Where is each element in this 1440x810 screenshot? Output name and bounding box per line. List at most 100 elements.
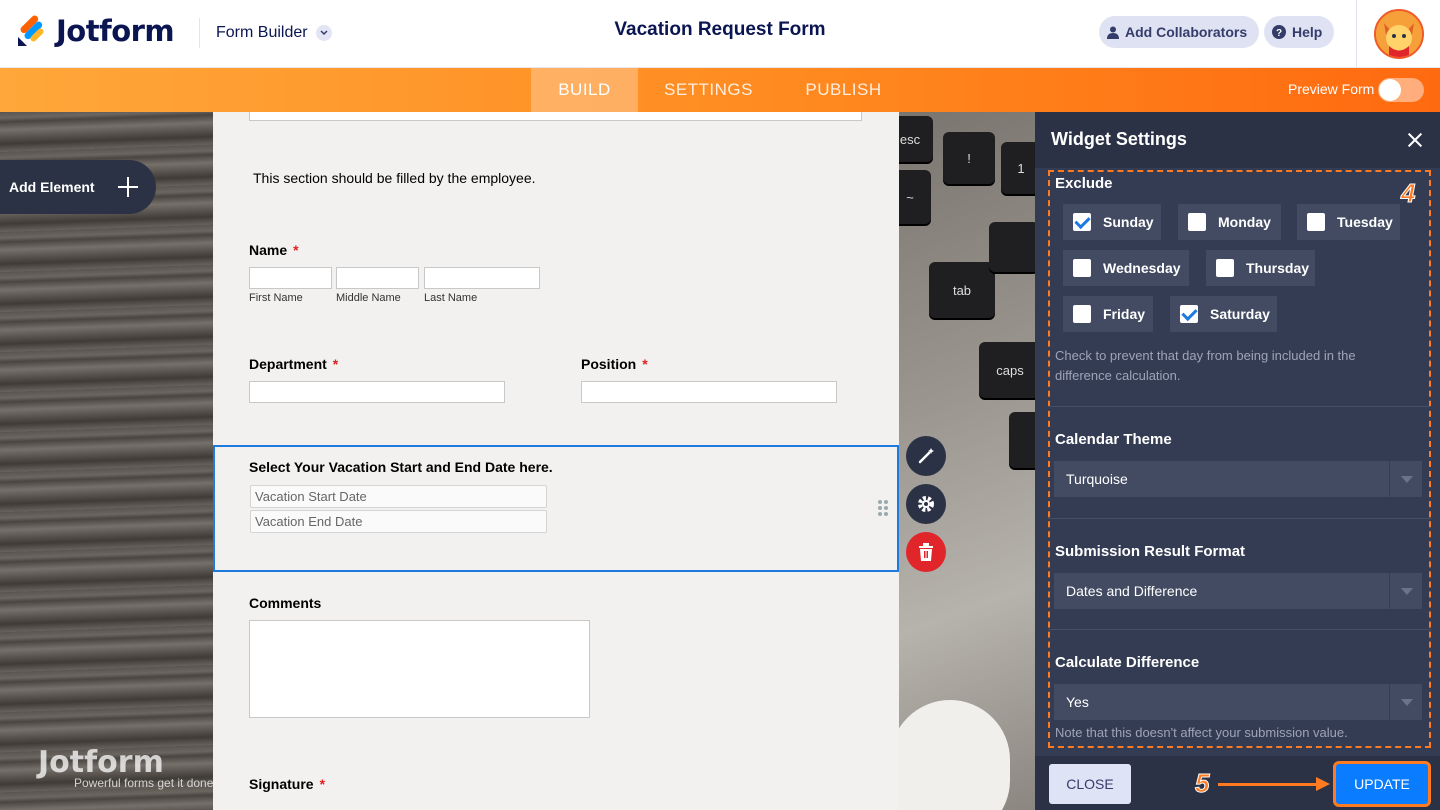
saturday-label: Saturday: [1210, 306, 1270, 322]
dates-label: Select Your Vacation Start and End Date …: [249, 459, 553, 475]
jotform-logo[interactable]: Jotform: [16, 14, 175, 48]
watermark-brand: Jotform: [38, 745, 164, 780]
checkbox-saturday[interactable]: [1180, 305, 1198, 323]
gear-icon: [918, 496, 934, 512]
dropdown-arrow-icon: [1389, 684, 1422, 720]
position-label: Position *: [581, 356, 648, 372]
checkbox-thursday[interactable]: [1216, 259, 1234, 277]
submission-format-label: Submission Result Format: [1055, 543, 1246, 560]
coffee-cup: [890, 700, 1010, 810]
add-collaborators-label: Add Collaborators: [1125, 24, 1248, 40]
calendar-theme-select[interactable]: Turquoise: [1054, 461, 1422, 497]
drag-handle-icon[interactable]: [878, 500, 890, 518]
middle-name-input[interactable]: [336, 267, 419, 289]
exclude-label: Exclude: [1055, 175, 1113, 192]
add-collaborators-button[interactable]: Add Collaborators: [1099, 16, 1260, 48]
checkbox-tuesday[interactable]: [1307, 213, 1325, 231]
question-icon: ?: [1272, 25, 1286, 39]
calculate-difference-label: Calculate Difference: [1055, 654, 1200, 671]
first-name-input[interactable]: [249, 267, 332, 289]
dropdown-arrow-icon: [1389, 573, 1422, 609]
field-settings-button[interactable]: [906, 484, 946, 524]
tab-build[interactable]: BUILD: [531, 68, 638, 112]
preview-form-label: Preview Form: [1288, 81, 1375, 97]
trash-icon: [919, 543, 933, 561]
calculate-difference-value: Yes: [1066, 694, 1089, 710]
intro-text: This section should be filled by the emp…: [253, 170, 536, 186]
middle-name-sublabel: Middle Name: [336, 292, 401, 304]
calendar-theme-label: Calendar Theme: [1055, 431, 1172, 448]
update-button[interactable]: UPDATE: [1336, 764, 1428, 804]
pointer-arrowhead: [1316, 777, 1330, 791]
key-tab: tab: [929, 262, 995, 318]
checkbox-friday[interactable]: [1073, 305, 1091, 323]
delete-field-button[interactable]: [906, 532, 946, 572]
toggle-knob: [1379, 79, 1401, 101]
checkbox-wednesday[interactable]: [1073, 259, 1091, 277]
account-menu[interactable]: [1356, 0, 1440, 68]
checkbox-sunday[interactable]: [1073, 213, 1091, 231]
svg-text:?: ?: [1276, 28, 1282, 39]
first-name-sublabel: First Name: [249, 292, 303, 304]
magic-wand-button[interactable]: [906, 436, 946, 476]
preview-form-toggle[interactable]: [1378, 78, 1424, 102]
vacation-start-input[interactable]: Vacation Start Date: [250, 485, 547, 508]
key-arrow: [989, 222, 1035, 272]
last-name-input[interactable]: [424, 267, 540, 289]
position-input[interactable]: [581, 381, 837, 403]
jotform-logo-icon: [16, 15, 46, 47]
friday-label: Friday: [1103, 306, 1146, 322]
key-esc: esc: [899, 116, 933, 162]
calculate-difference-select[interactable]: Yes: [1054, 684, 1422, 720]
form-builder-dropdown[interactable]: Form Builder: [199, 18, 332, 48]
key-one: 1: [1001, 142, 1035, 194]
key-extra: [1009, 412, 1035, 468]
comments-label: Comments: [249, 595, 322, 611]
close-icon[interactable]: [1405, 130, 1425, 150]
top-header: Jotform Form Builder Vacation Request Fo…: [0, 0, 1440, 68]
exclude-thursday[interactable]: Thursday: [1206, 250, 1315, 286]
key-tilde: ~: [899, 170, 931, 224]
close-button[interactable]: CLOSE: [1049, 764, 1131, 804]
tab-settings[interactable]: SETTINGS: [640, 68, 777, 112]
pointer-arrow-icon: [1218, 783, 1318, 786]
exclude-sunday[interactable]: Sunday: [1063, 204, 1161, 240]
last-name-sublabel: Last Name: [424, 292, 478, 304]
calendar-theme-value: Turquoise: [1066, 471, 1128, 487]
avatar[interactable]: [1374, 9, 1424, 59]
dropdown-arrow-icon: [1389, 461, 1422, 497]
user-icon: [1107, 26, 1119, 39]
panel-title: Widget Settings: [1051, 129, 1187, 149]
exclude-wednesday[interactable]: Wednesday: [1063, 250, 1189, 286]
form-title[interactable]: Vacation Request Form: [614, 19, 825, 40]
previous-field-input[interactable]: [249, 112, 862, 121]
department-label: Department *: [249, 356, 339, 372]
step-number-bottom: 5: [1194, 768, 1210, 799]
divider: [1048, 518, 1431, 519]
exclude-saturday[interactable]: Saturday: [1170, 296, 1277, 332]
tab-publish[interactable]: PUBLISH: [780, 68, 907, 112]
add-element-button[interactable]: Add Element: [0, 160, 156, 214]
calculate-difference-note: Note that this doesn't affect your submi…: [1055, 725, 1348, 740]
submission-format-select[interactable]: Dates and Difference: [1054, 573, 1422, 609]
watermark: Jotform Powerful forms get it done: [38, 745, 213, 790]
magic-wand-icon: [918, 448, 934, 464]
comments-textarea[interactable]: [249, 620, 590, 718]
key-exclaim: !: [943, 132, 995, 184]
department-input[interactable]: [249, 381, 505, 403]
exclude-friday[interactable]: Friday: [1063, 296, 1153, 332]
vacation-end-input[interactable]: Vacation End Date: [250, 510, 547, 533]
builder-nav: BUILD SETTINGS PUBLISH Preview Form: [0, 68, 1440, 112]
chevron-down-icon: [315, 25, 332, 41]
sunday-label: Sunday: [1103, 214, 1154, 230]
checkbox-monday[interactable]: [1188, 213, 1206, 231]
add-element-label: Add Element: [9, 179, 95, 195]
divider: [1048, 406, 1431, 407]
name-label: Name *: [249, 242, 299, 258]
exclude-monday[interactable]: Monday: [1178, 204, 1281, 240]
exclude-tuesday[interactable]: Tuesday: [1297, 204, 1400, 240]
step-number-top: 4: [1400, 178, 1416, 209]
thursday-label: Thursday: [1246, 260, 1310, 276]
help-button[interactable]: ? Help: [1264, 16, 1335, 48]
form-canvas: This section should be filled by the emp…: [213, 112, 899, 810]
